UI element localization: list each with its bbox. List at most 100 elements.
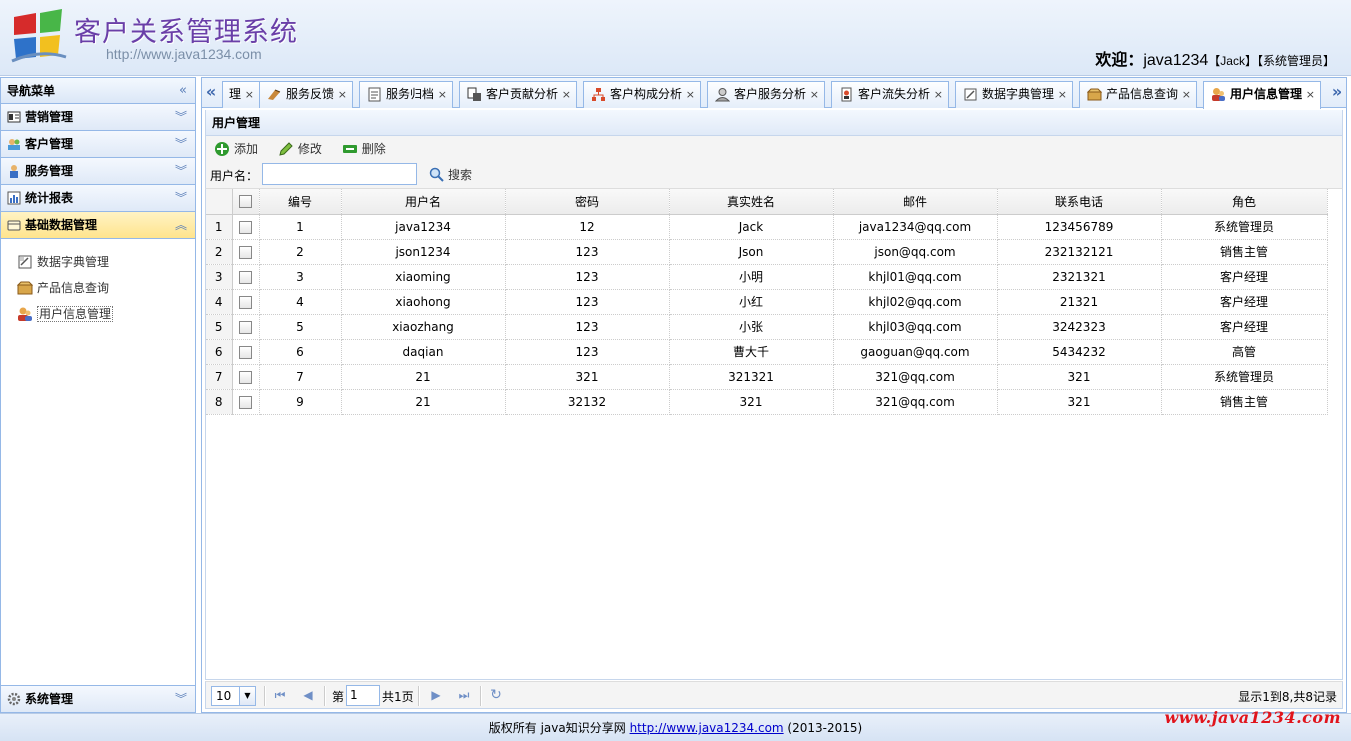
nav-item-label: 产品信息查询 bbox=[37, 281, 110, 295]
tab-dictionary[interactable]: 数据字典管理 × bbox=[955, 81, 1074, 108]
row-select-cell[interactable] bbox=[232, 389, 260, 415]
table-cell: 32132 bbox=[505, 389, 670, 415]
user-table: 编号 用户名 密码 真实姓名 邮件 联系电话 角色 1 1 java1234 12 Ja… bbox=[205, 188, 1343, 680]
tab-partial[interactable]: 理 × bbox=[222, 81, 261, 108]
row-select-cell[interactable] bbox=[232, 264, 260, 290]
column-header[interactable]: 角色 bbox=[1161, 189, 1328, 215]
nav-panel-customer[interactable]: 客户管理 ︾ bbox=[1, 131, 195, 158]
tab-service-feedback[interactable]: 服务反馈 × bbox=[259, 81, 354, 108]
tab-scroll-right-icon[interactable]: » bbox=[1328, 78, 1346, 108]
table-row[interactable]: 7 7 21 321 321321 321@qq.com 321 系统管理员 bbox=[206, 364, 1328, 390]
refresh-icon[interactable]: ↻ bbox=[488, 687, 504, 703]
chevron-down-icon[interactable]: ︾ bbox=[175, 158, 187, 184]
add-button[interactable]: 添加 bbox=[212, 136, 258, 162]
row-number: 7 bbox=[206, 364, 233, 390]
username-search-input[interactable] bbox=[262, 163, 417, 185]
table-cell: daqian bbox=[341, 339, 506, 365]
close-icon[interactable]: × bbox=[686, 82, 695, 107]
chevron-down-icon[interactable]: ︾ bbox=[175, 104, 187, 130]
nav-panel-service[interactable]: 服务管理 ︾ bbox=[1, 158, 195, 185]
table-row[interactable]: 5 5 xiaozhang 123 小张 khjl03@qq.com 3242323 客户经理 bbox=[206, 314, 1328, 340]
row-checkbox[interactable] bbox=[239, 295, 252, 309]
row-checkbox[interactable] bbox=[239, 245, 252, 259]
column-header[interactable]: 联系电话 bbox=[997, 189, 1162, 215]
page-number-input[interactable]: 1 bbox=[346, 685, 380, 706]
tab-product[interactable]: 产品信息查询 × bbox=[1079, 81, 1198, 108]
close-icon[interactable]: × bbox=[934, 82, 943, 107]
row-select-cell[interactable] bbox=[232, 214, 260, 240]
tab-service-analysis[interactable]: 客户服务分析 × bbox=[707, 81, 826, 108]
nav-panel-report[interactable]: 统计报表 ︾ bbox=[1, 185, 195, 212]
divider bbox=[324, 686, 326, 706]
next-page-icon[interactable]: ▶ bbox=[428, 687, 444, 703]
page-size-select[interactable]: 10 ▼ bbox=[211, 686, 256, 706]
delete-icon bbox=[342, 145, 357, 153]
row-checkbox[interactable] bbox=[239, 370, 252, 384]
select-all-header[interactable] bbox=[232, 189, 260, 215]
select-all-checkbox[interactable] bbox=[239, 195, 252, 209]
column-header[interactable]: 真实姓名 bbox=[669, 189, 834, 215]
table-cell: 小张 bbox=[669, 314, 834, 340]
tab-user-management[interactable]: 用户信息管理 × bbox=[1203, 81, 1322, 109]
close-icon[interactable]: × bbox=[562, 82, 571, 107]
tab-service-archive[interactable]: 服务归档 × bbox=[359, 81, 454, 108]
close-icon[interactable]: × bbox=[1058, 82, 1067, 107]
chevron-down-icon[interactable]: ︾ bbox=[175, 185, 187, 211]
close-icon[interactable]: × bbox=[1306, 82, 1315, 107]
table-row[interactable]: 3 3 xiaoming 123 小明 khjl01@qq.com 2321321 客户经理 bbox=[206, 264, 1328, 290]
tab-scroll-left-icon[interactable]: « bbox=[202, 78, 220, 108]
search-button[interactable]: 搜索 bbox=[428, 162, 472, 188]
row-checkbox[interactable] bbox=[239, 345, 252, 359]
column-header[interactable]: 密码 bbox=[505, 189, 670, 215]
chevron-down-icon[interactable]: ︾ bbox=[175, 686, 187, 712]
row-select-cell[interactable] bbox=[232, 239, 260, 265]
page-total: 共1页 bbox=[382, 690, 414, 704]
column-header[interactable]: 邮件 bbox=[833, 189, 998, 215]
close-icon[interactable]: × bbox=[810, 82, 819, 107]
search-row: 用户名： 搜索 bbox=[206, 162, 1342, 188]
dropdown-arrow-icon[interactable]: ▼ bbox=[239, 687, 255, 705]
close-icon[interactable]: × bbox=[1182, 82, 1191, 107]
row-checkbox[interactable] bbox=[239, 270, 252, 284]
column-header[interactable]: 用户名 bbox=[341, 189, 506, 215]
nav-panel-marketing[interactable]: 营销管理 ︾ bbox=[1, 104, 195, 131]
footer-link[interactable]: http://www.java1234.com bbox=[630, 721, 784, 735]
table-row[interactable]: 2 2 json1234 123 Json json@qq.com 232132121 销售主… bbox=[206, 239, 1328, 265]
chevron-down-icon[interactable]: ︾ bbox=[175, 131, 187, 157]
row-select-cell[interactable] bbox=[232, 364, 260, 390]
column-header[interactable]: 编号 bbox=[259, 189, 342, 215]
close-icon[interactable]: × bbox=[245, 82, 254, 107]
row-select-cell[interactable] bbox=[232, 289, 260, 315]
last-page-icon[interactable]: ⏭ bbox=[456, 687, 472, 703]
row-checkbox[interactable] bbox=[239, 395, 252, 409]
table-row[interactable]: 6 6 daqian 123 曹大千 gaoguan@qq.com 5434232 高管 bbox=[206, 339, 1328, 365]
table-row[interactable]: 8 9 21 32132 321 321@qq.com 321 销售主管 bbox=[206, 389, 1328, 415]
delete-label: 删除 bbox=[361, 142, 386, 156]
close-icon[interactable]: × bbox=[338, 82, 347, 107]
nav-panel-basic-data[interactable]: 基础数据管理 ︽ bbox=[1, 212, 195, 239]
row-checkbox[interactable] bbox=[239, 320, 252, 334]
chevron-up-icon[interactable]: ︽ bbox=[175, 212, 187, 238]
row-select-cell[interactable] bbox=[232, 314, 260, 340]
row-checkbox[interactable] bbox=[239, 220, 252, 234]
close-icon[interactable]: × bbox=[438, 82, 447, 107]
nav-item-dictionary[interactable]: 数据字典管理 bbox=[1, 249, 195, 275]
delete-button[interactable]: 删除 bbox=[340, 136, 386, 162]
tab-churn-analysis[interactable]: 客户流失分析 × bbox=[831, 81, 950, 108]
table-cell: 7 bbox=[259, 364, 342, 390]
table-row[interactable]: 4 4 xiaohong 123 小红 khjl02@qq.com 21321 客户经理 bbox=[206, 289, 1328, 315]
table-row[interactable]: 1 1 java1234 12 Jack java1234@qq.com 123456789… bbox=[206, 214, 1328, 240]
nav-item-product[interactable]: 产品信息查询 bbox=[1, 275, 195, 301]
first-page-icon[interactable]: ⏮ bbox=[272, 687, 288, 703]
nav-panel-label: 统计报表 bbox=[25, 191, 74, 205]
collapse-left-icon[interactable]: « bbox=[179, 78, 187, 104]
edit-label: 修改 bbox=[297, 142, 322, 156]
row-number-header bbox=[206, 189, 233, 215]
edit-button[interactable]: 修改 bbox=[276, 136, 322, 162]
row-select-cell[interactable] bbox=[232, 339, 260, 365]
prev-page-icon[interactable]: ◀ bbox=[300, 687, 316, 703]
nav-panel-system[interactable]: 系统管理 ︾ bbox=[1, 685, 195, 712]
tab-contribution-analysis[interactable]: 客户贡献分析 × bbox=[459, 81, 578, 108]
nav-item-user[interactable]: 用户信息管理 bbox=[1, 301, 195, 327]
tab-composition-analysis[interactable]: 客户构成分析 × bbox=[583, 81, 702, 108]
